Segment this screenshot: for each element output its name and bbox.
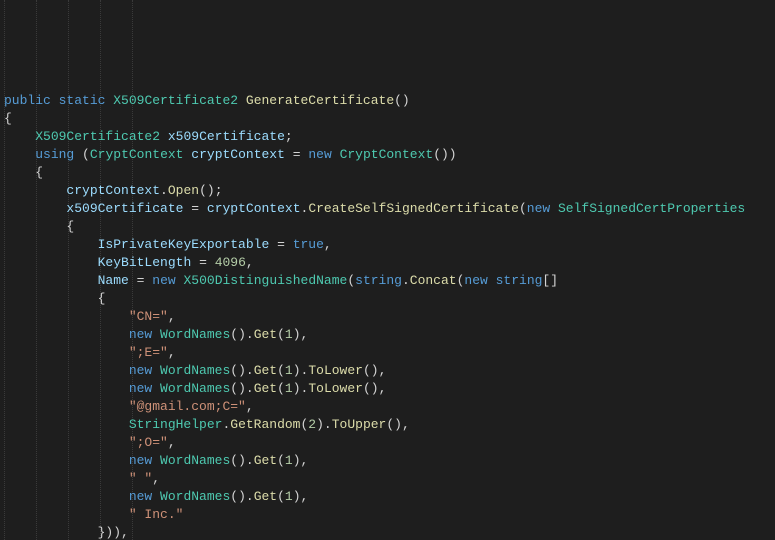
code-line: X509Certificate2 x509Certificate;: [4, 129, 293, 144]
code-line: {: [4, 291, 105, 306]
code-editor[interactable]: public static X509Certificate2 GenerateC…: [0, 0, 775, 540]
code-line: {: [4, 165, 43, 180]
code-line: {: [4, 111, 12, 126]
code-line: " Inc.": [4, 507, 183, 522]
code-line: "@gmail.com;C=",: [4, 399, 254, 414]
code-line: x509Certificate = cryptContext.CreateSel…: [4, 201, 745, 216]
code-line: public static X509Certificate2 GenerateC…: [4, 93, 410, 108]
code-line: })),: [4, 525, 129, 540]
code-line: new WordNames().Get(1),: [4, 327, 308, 342]
code-line: ";O=",: [4, 435, 176, 450]
code-line: Name = new X500DistinguishedName(string.…: [4, 273, 558, 288]
code-line: new WordNames().Get(1).ToLower(),: [4, 363, 386, 378]
code-line: IsPrivateKeyExportable = true,: [4, 237, 332, 252]
code-line: {: [4, 219, 74, 234]
code-line: using (CryptContext cryptContext = new C…: [4, 147, 457, 162]
code-line: cryptContext.Open();: [4, 183, 223, 198]
code-line: KeyBitLength = 4096,: [4, 255, 254, 270]
code-line: "CN=",: [4, 309, 176, 324]
code-line: ";E=",: [4, 345, 176, 360]
code-line: new WordNames().Get(1).ToLower(),: [4, 381, 386, 396]
code-line: " ",: [4, 471, 160, 486]
code-line: new WordNames().Get(1),: [4, 489, 308, 504]
code-line: new WordNames().Get(1),: [4, 453, 308, 468]
code-line: StringHelper.GetRandom(2).ToUpper(),: [4, 417, 410, 432]
